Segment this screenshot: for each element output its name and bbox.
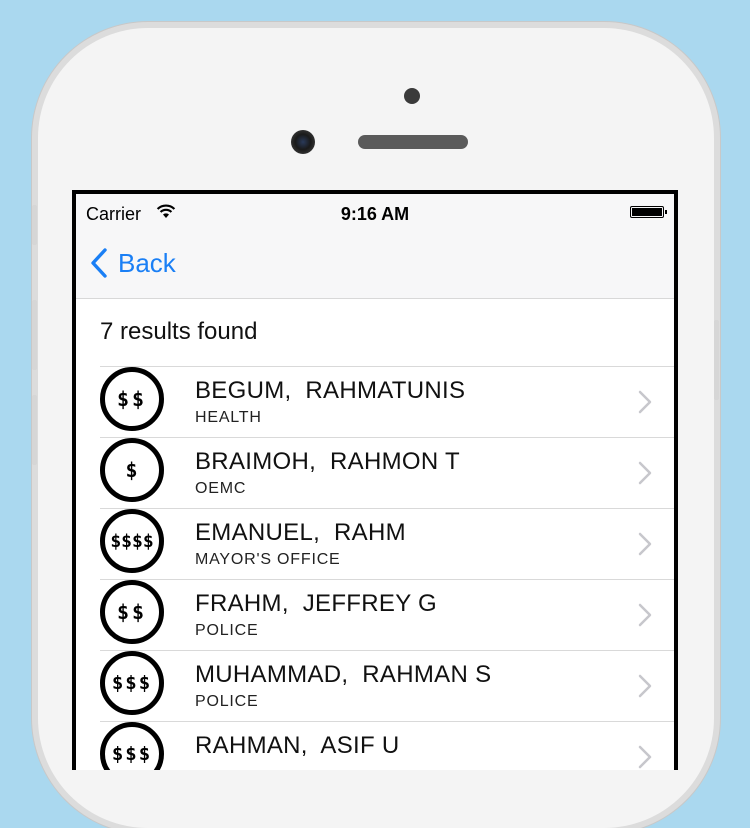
- department-label: HEALTH: [195, 409, 262, 426]
- status-bar: Carrier 9:16 AM: [76, 194, 674, 234]
- list-item[interactable]: $$ BEGUM, RAHMATUNIS HEALTH: [100, 366, 674, 437]
- list-item[interactable]: $$$ MUHAMMAD, RAHMAN S POLICE: [100, 650, 674, 721]
- salary-tier-badge: $$: [100, 367, 164, 431]
- department-label: MAYOR'S OFFICE: [195, 551, 341, 568]
- volume-down-button: [32, 395, 37, 465]
- chevron-right-icon: [638, 603, 652, 627]
- person-name: BEGUM, RAHMATUNIS: [195, 377, 466, 404]
- chevron-right-icon: [638, 461, 652, 485]
- chevron-right-icon: [638, 674, 652, 698]
- person-name: BRAIMOH, RAHMON T: [195, 448, 460, 475]
- back-button-label: Back: [118, 247, 176, 278]
- salary-tier-badge: $$$: [100, 651, 164, 715]
- battery-icon: [630, 206, 667, 218]
- status-time: 9:16 AM: [340, 204, 410, 224]
- chevron-right-icon: [638, 745, 652, 769]
- navigation-bar: Carrier 9:16 AM Back: [76, 194, 674, 299]
- person-name: MUHAMMAD, RAHMAN S: [195, 661, 492, 688]
- person-name: RAHMAN, ASIF U: [195, 732, 400, 759]
- mute-switch: [32, 205, 37, 245]
- results-list: $$ BEGUM, RAHMATUNIS HEALTH $ BRAIMOH, R…: [100, 366, 674, 770]
- power-button: [714, 320, 719, 400]
- salary-tier-badge: $$$: [100, 722, 164, 770]
- phone-screen: Carrier 9:16 AM Back 7 results found $$ …: [72, 190, 678, 770]
- back-button[interactable]: Back: [90, 246, 176, 280]
- volume-up-button: [32, 300, 37, 370]
- earpiece-speaker: [358, 135, 468, 149]
- department-label: POLICE: [195, 622, 259, 639]
- front-camera: [291, 130, 315, 154]
- department-label: POLICE: [195, 693, 259, 710]
- salary-tier-badge: $: [100, 438, 164, 502]
- person-name: FRAHM, JEFFREY G: [195, 590, 438, 617]
- person-name: EMANUEL, RAHM: [195, 519, 406, 546]
- app-view: Carrier 9:16 AM Back 7 results found $$ …: [76, 194, 674, 770]
- results-count: 7 results found: [100, 318, 258, 345]
- chevron-right-icon: [638, 390, 652, 414]
- salary-tier-badge: $$$$: [100, 509, 164, 573]
- chevron-right-icon: [638, 532, 652, 556]
- list-item[interactable]: $$ FRAHM, JEFFREY G POLICE: [100, 579, 674, 650]
- salary-tier-badge: $$: [100, 580, 164, 644]
- proximity-sensor: [404, 88, 420, 104]
- list-item[interactable]: $ BRAIMOH, RAHMON T OEMC: [100, 437, 674, 508]
- department-label: OEMC: [195, 480, 247, 497]
- list-item[interactable]: $$$$ EMANUEL, RAHM MAYOR'S OFFICE: [100, 508, 674, 579]
- chevron-left-icon: [91, 248, 107, 278]
- list-item[interactable]: $$$ RAHMAN, ASIF U: [100, 721, 674, 770]
